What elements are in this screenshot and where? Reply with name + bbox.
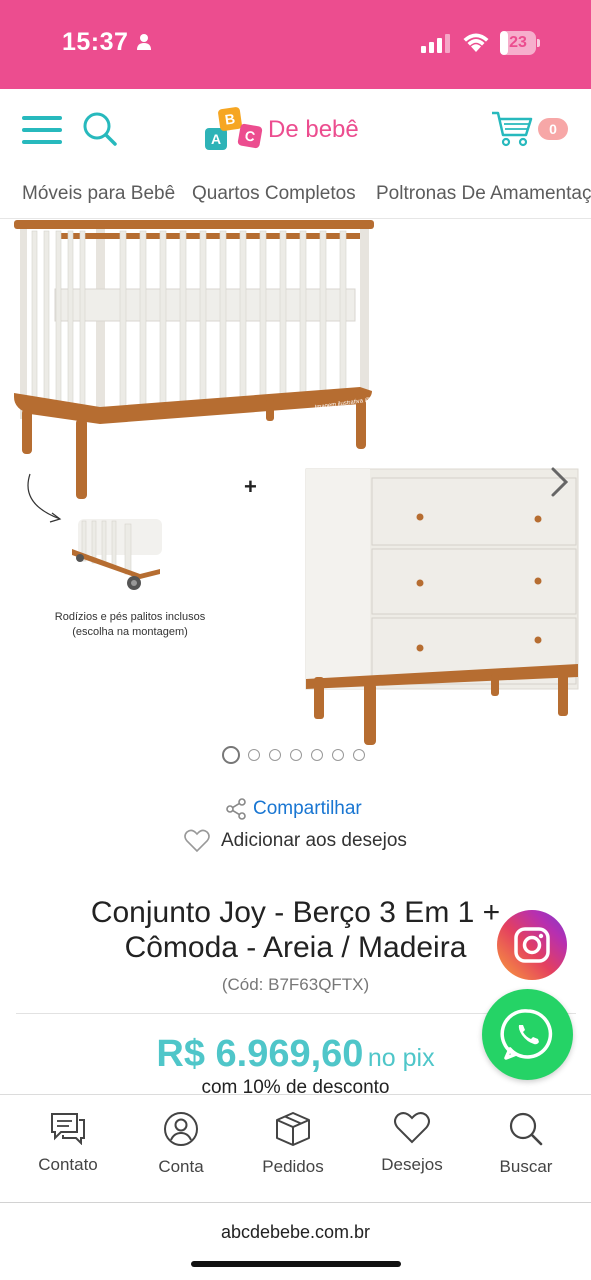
pagination-dot[interactable] — [222, 746, 240, 764]
nav-contato-label: Contato — [38, 1155, 98, 1174]
category-quartos[interactable]: Quartos Completos — [192, 183, 356, 205]
nav-conta[interactable]: Conta — [131, 1111, 231, 1191]
nav-buscar-label: Buscar — [499, 1157, 553, 1176]
heart-outline-icon — [184, 829, 210, 853]
crib-image: Imagem ilustrativa @abcdebebe — [14, 220, 401, 499]
status-bar: 15:37 23 — [0, 0, 591, 89]
nav-buscar[interactable]: Buscar — [476, 1111, 576, 1191]
heart-icon — [394, 1112, 430, 1144]
signal-icon — [421, 34, 450, 53]
share-icon — [226, 798, 246, 820]
product-title-line-1: Conjunto Joy - Berço 3 Em 1 + — [90, 896, 501, 929]
logo-text: De bebê — [268, 116, 359, 143]
whatsapp-button[interactable] — [482, 989, 573, 1080]
bottom-nav: Contato Conta Pedidos Desejos Buscar — [0, 1094, 591, 1202]
dresser-image — [305, 468, 579, 745]
logo-block-c: C — [237, 123, 263, 149]
box-icon — [276, 1112, 310, 1146]
menu-icon[interactable] — [22, 116, 62, 144]
cart-count-badge[interactable]: 0 — [538, 118, 568, 140]
pagination-dot[interactable] — [332, 749, 344, 761]
nav-desejos-label: Desejos — [381, 1155, 443, 1174]
pagination-dot[interactable] — [311, 749, 323, 761]
category-nav: Móveis para Bebê Quartos Completos Poltr… — [0, 171, 591, 219]
nav-contato[interactable]: Contato — [18, 1111, 118, 1191]
nav-pedidos-label: Pedidos — [262, 1157, 324, 1176]
pagination-dot[interactable] — [269, 749, 281, 761]
category-moveis[interactable]: Móveis para Bebê — [22, 183, 175, 205]
status-time: 15:37 — [62, 28, 129, 56]
search-icon[interactable] — [82, 111, 118, 147]
browser-url-bar: abcdebebe.com.br — [0, 1202, 591, 1280]
instagram-icon — [514, 927, 550, 963]
caster-detail-image — [72, 519, 162, 590]
chevron-right-icon[interactable] — [549, 466, 571, 498]
instagram-button[interactable] — [497, 910, 567, 980]
caption-line-2: (escolha na montagem) — [72, 626, 188, 638]
person-icon — [137, 34, 151, 50]
product-title-line-2: Cômoda - Areia / Madeira — [124, 931, 467, 964]
whatsapp-icon — [500, 1009, 553, 1060]
chat-icon — [51, 1113, 85, 1145]
battery-icon: 23 — [500, 31, 540, 55]
price-suffix: no pix — [367, 1044, 435, 1072]
wishlist-label: Adicionar aos desejos — [221, 830, 407, 851]
product-image-gallery[interactable]: Imagem ilustrativa @abcdebebe — [0, 219, 591, 779]
price-value: R$ 6.969,60 — [156, 1033, 364, 1075]
battery-level: 23 — [509, 34, 527, 51]
nav-desejos[interactable]: Desejos — [362, 1111, 462, 1191]
site-logo[interactable]: A B C De bebê — [205, 106, 375, 154]
nav-conta-label: Conta — [158, 1157, 204, 1176]
pagination-dot[interactable] — [353, 749, 365, 761]
home-indicator[interactable] — [191, 1261, 401, 1267]
share-label: Compartilhar — [253, 798, 362, 819]
image-caption: Rodízios e pés palitos inclusos (escolha… — [30, 610, 230, 640]
pagination-dot[interactable] — [248, 749, 260, 761]
nav-pedidos[interactable]: Pedidos — [243, 1111, 343, 1191]
category-poltronas[interactable]: Poltronas De Amamentação — [376, 183, 591, 205]
pagination-dot[interactable] — [290, 749, 302, 761]
arrow-icon — [27, 473, 61, 520]
user-icon — [164, 1112, 198, 1146]
product-title: Conjunto Joy - Berço 3 Em 1 + Cômoda - A… — [40, 895, 551, 965]
plus-sign: + — [244, 474, 257, 499]
caption-line-1: Rodízios e pés palitos inclusos — [54, 611, 206, 623]
wifi-icon — [463, 33, 489, 52]
url-text[interactable]: abcdebebe.com.br — [0, 1222, 591, 1243]
logo-block-b: B — [217, 106, 243, 132]
search-icon — [509, 1112, 543, 1146]
logo-block-a: A — [205, 128, 227, 150]
cart-icon[interactable] — [490, 109, 534, 149]
site-header: A B C De bebê 0 — [0, 89, 591, 171]
